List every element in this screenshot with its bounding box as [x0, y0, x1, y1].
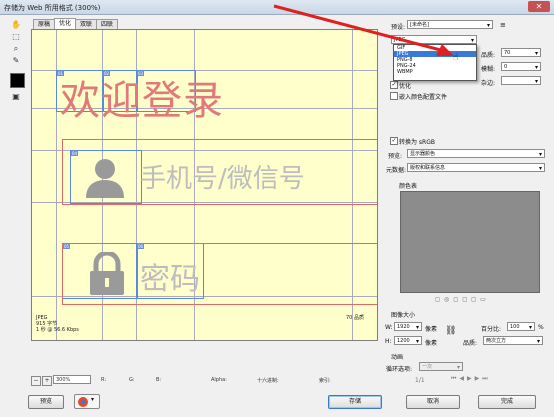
width-input[interactable]: 1920	[394, 322, 422, 332]
close-icon[interactable]: ✕	[528, 1, 550, 12]
quality-label: 品质:	[481, 52, 496, 59]
save-button[interactable]: 存储	[328, 395, 382, 409]
animation-label: 动画	[391, 354, 404, 361]
percent-input[interactable]: 100	[507, 322, 535, 332]
login-title-text: 欢迎登录	[60, 78, 224, 124]
metadata-label: 元数据:	[386, 167, 407, 174]
link-icon[interactable]: ⛓	[445, 326, 456, 336]
metadata-select[interactable]: 版权和联系信息	[407, 163, 545, 173]
h-label: H:	[385, 338, 392, 345]
loop-label: 循环选项:	[386, 366, 413, 373]
preview-select[interactable]: 显示器颜色	[407, 149, 545, 159]
browser-select[interactable]: ▾	[74, 394, 100, 409]
image-info: JPEG 915 字节 1 秒 @ 56.6 Kbps	[36, 315, 79, 333]
color-table-tools[interactable]: ◻◎◻◻◻▭	[435, 296, 505, 304]
animation-controls[interactable]: ⏮◀▶▶⏭	[451, 375, 531, 384]
info-time: 1 秒 @ 56.6 Kbps	[36, 327, 79, 333]
done-button[interactable]: 完成	[478, 395, 536, 409]
optimized-label: 优化	[399, 83, 412, 90]
image-size-label: 图像大小	[391, 312, 416, 319]
color-table-label: 颜色表	[399, 183, 418, 190]
w-unit: 像素	[425, 326, 438, 333]
user-icon	[82, 154, 128, 198]
phone-placeholder: 手机号/微信号	[140, 164, 305, 194]
quality-input[interactable]: 70	[501, 48, 541, 58]
preview-canvas[interactable]: 01 02 03 04 05 06 欢迎登录 手机号/微信号 密码 JPEG 9…	[31, 29, 378, 341]
zoom-in-button[interactable]: +	[42, 376, 52, 386]
frame-counter: 1/1	[415, 377, 425, 384]
blur-label: 模糊:	[481, 66, 496, 73]
preview-button[interactable]: 预览	[28, 395, 64, 409]
browser-icon	[78, 397, 88, 407]
convert-srgb-label: 转换为 sRGB	[399, 139, 435, 146]
blur-input[interactable]: 0	[501, 62, 541, 72]
r-readout: R:	[101, 377, 107, 383]
status-bar: − + 300% R: G: B: Alpha: 十六进制: 索引:	[31, 375, 376, 386]
matte-select[interactable]	[501, 76, 541, 86]
h-unit: 像素	[425, 340, 438, 347]
menu-icon[interactable]: ≡	[500, 21, 506, 29]
alpha-readout: Alpha:	[211, 377, 227, 383]
annotation-arrow	[273, 4, 454, 56]
zoom-out-button[interactable]: −	[31, 376, 41, 386]
toggle-slices-icon[interactable]: ▣	[9, 91, 23, 102]
zoom-icon[interactable]: ⌕	[9, 43, 23, 54]
hex-readout: 十六进制:	[257, 378, 279, 384]
color-table[interactable]	[400, 191, 540, 293]
hand-icon[interactable]: ✋	[9, 19, 23, 30]
loop-select[interactable]: 一次	[419, 362, 463, 372]
lock-icon	[82, 250, 132, 296]
cancel-button[interactable]: 取消	[406, 395, 460, 409]
zoom-select[interactable]: 300%	[53, 375, 91, 384]
matte-label: 杂边:	[481, 80, 496, 87]
b-readout: B:	[156, 377, 162, 383]
preview-label: 预览:	[388, 153, 403, 160]
slice-select-icon[interactable]: ⬚	[9, 31, 23, 42]
w-label: W:	[385, 324, 393, 331]
percent-unit: %	[538, 324, 544, 331]
eyedropper-icon[interactable]: ✎	[9, 55, 23, 66]
embed-profile-label: 嵌入颜色配置文件	[399, 94, 448, 101]
eyedropper-color-swatch[interactable]	[10, 73, 25, 88]
resample-label: 品质:	[463, 340, 478, 347]
info-quality: 70 品质	[346, 315, 364, 321]
index-readout: 索引:	[319, 378, 331, 384]
height-input[interactable]: 1200	[394, 336, 422, 346]
g-readout: G:	[129, 377, 135, 383]
convert-srgb-checkbox[interactable]: ✓	[390, 137, 398, 145]
resample-select[interactable]: 两次立方	[483, 336, 543, 346]
percent-label: 百分比:	[481, 326, 502, 333]
optimized-checkbox[interactable]: ✓	[390, 81, 398, 89]
password-placeholder: 密码	[140, 262, 200, 297]
embed-profile-checkbox[interactable]	[390, 92, 398, 100]
window-title: 存储为 Web 所用格式 (300%)	[4, 4, 101, 12]
